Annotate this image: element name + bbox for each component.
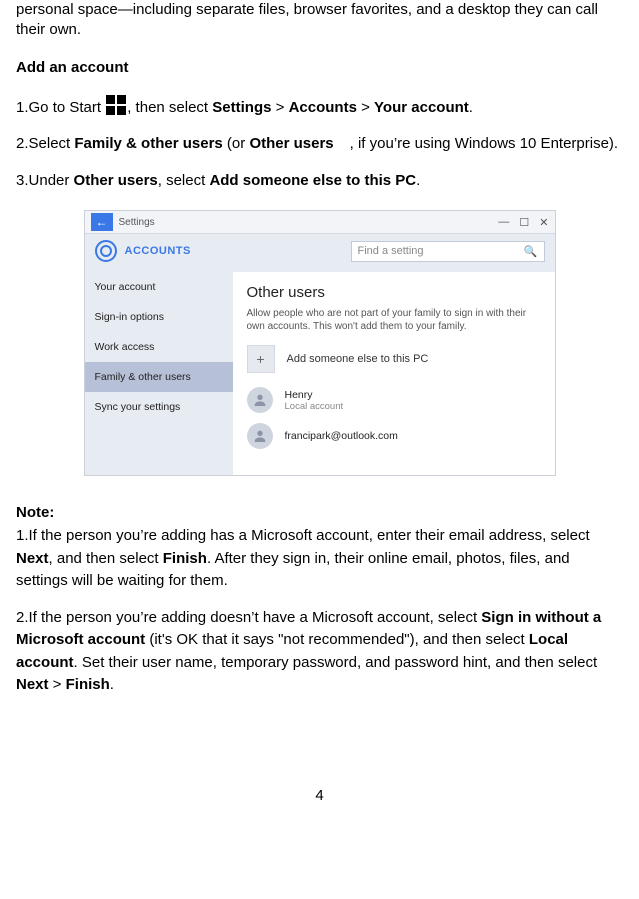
sidebar-item-sync-settings[interactable]: Sync your settings — [85, 392, 233, 422]
settings-sidebar: Your account Sign-in options Work access… — [85, 272, 233, 475]
gear-icon — [95, 240, 117, 262]
step-2: 2.Select Family & other users (or Other … — [16, 133, 623, 156]
page-number: 4 — [16, 787, 623, 804]
steps-list: 1.Go to Start , then select Settings > A… — [16, 94, 623, 193]
content-description: Allow people who are not part of your fa… — [247, 307, 541, 333]
sidebar-item-work-access[interactable]: Work access — [85, 332, 233, 362]
maximize-icon[interactable]: ☐ — [519, 216, 529, 229]
user-subtitle: Local account — [285, 401, 344, 412]
user-row-francipark[interactable]: francipark@outlook.com — [247, 423, 541, 449]
notes-list: 1.If the person you’re adding has a Micr… — [16, 525, 623, 697]
accounts-header: ACCOUNTS — [125, 245, 191, 257]
user-row-henry[interactable]: Henry Local account — [247, 387, 541, 413]
close-icon[interactable]: ✕ — [539, 216, 548, 229]
step-1: 1.Go to Start , then select Settings > A… — [16, 94, 623, 120]
search-input[interactable]: Find a setting 🔍 — [351, 241, 545, 262]
note-2: 2.If the person you’re adding doesn’t ha… — [16, 607, 623, 697]
search-placeholder: Find a setting — [358, 245, 424, 257]
settings-content: Other users Allow people who are not par… — [233, 272, 555, 475]
plus-icon: + — [247, 345, 275, 373]
window-title: Settings — [119, 217, 155, 228]
user-name: Henry — [285, 389, 344, 401]
step-3: 3.Under Other users, select Add someone … — [16, 170, 623, 193]
sidebar-item-your-account[interactable]: Your account — [85, 272, 233, 302]
add-someone-row[interactable]: + Add someone else to this PC — [247, 345, 541, 373]
titlebar: ← Settings — ☐ ✕ — [85, 211, 555, 234]
minimize-icon[interactable]: — — [498, 216, 509, 229]
start-icon — [105, 94, 127, 116]
settings-window: ← Settings — ☐ ✕ ACCOUNTS Find a setting… — [84, 210, 556, 476]
avatar-icon — [247, 423, 273, 449]
user-name: francipark@outlook.com — [285, 430, 398, 442]
heading-add-account: Add an account — [16, 59, 623, 76]
back-button[interactable]: ← — [91, 213, 113, 231]
search-icon: 🔍 — [524, 245, 538, 258]
content-heading: Other users — [247, 284, 541, 301]
avatar-icon — [247, 387, 273, 413]
add-someone-label: Add someone else to this PC — [287, 353, 429, 365]
intro-paragraph: personal space—including separate files,… — [16, 0, 623, 41]
heading-note: Note: — [16, 504, 623, 521]
sidebar-item-signin-options[interactable]: Sign-in options — [85, 302, 233, 332]
note-1: 1.If the person you’re adding has a Micr… — [16, 525, 623, 593]
sidebar-item-family-other-users[interactable]: Family & other users — [85, 362, 233, 392]
